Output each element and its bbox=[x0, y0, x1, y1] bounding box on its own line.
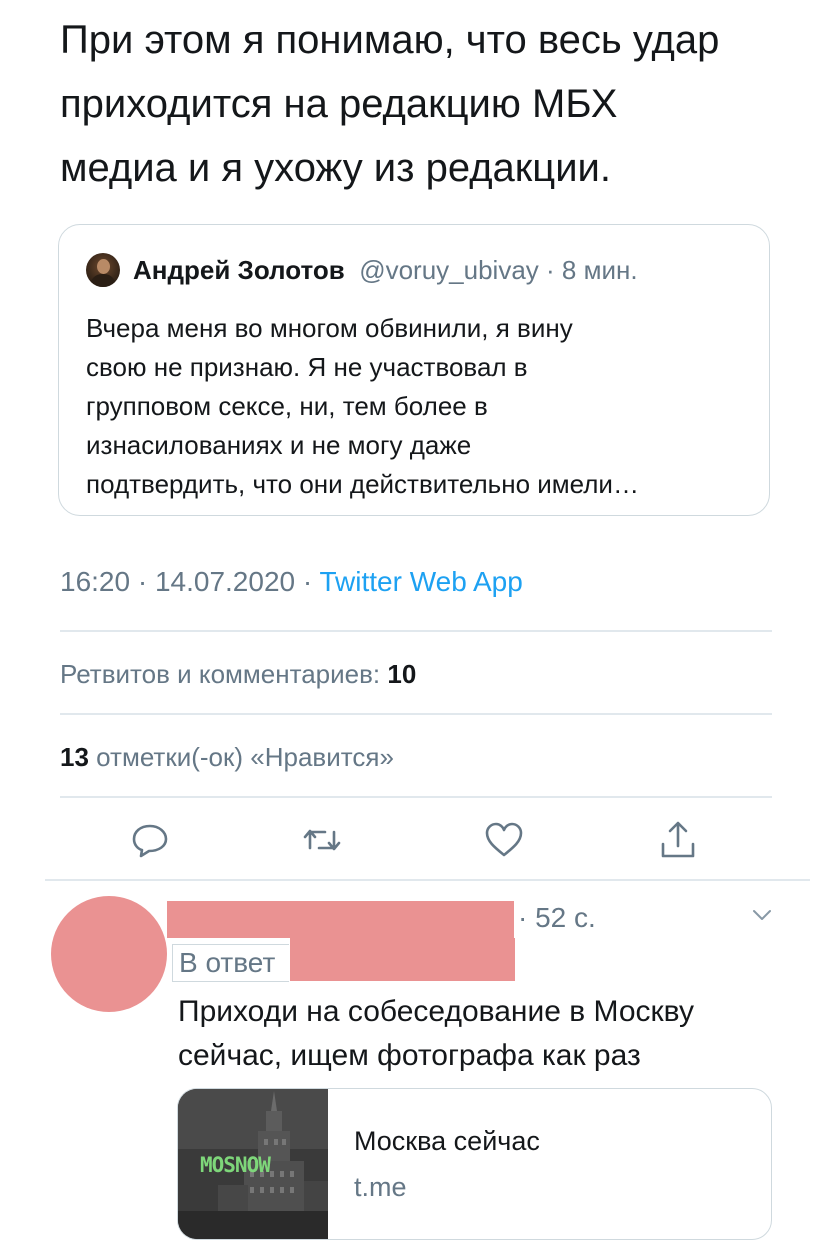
tweet-text-line: При этом я понимаю, что весь удар bbox=[60, 18, 720, 62]
reply-text: Приходи на собеседование в Москву сейчас… bbox=[178, 990, 778, 1078]
quoted-body-line: Вчера меня во многом обвинили, я вину bbox=[86, 313, 573, 343]
reply-author-avatar-redacted[interactable] bbox=[51, 896, 167, 1012]
tweet-source-link[interactable]: Twitter Web App bbox=[319, 566, 522, 597]
link-card-domain: t.me bbox=[354, 1172, 407, 1202]
quoted-author-meta: @voruy_ubivay · 8 мин. bbox=[359, 255, 638, 285]
retweets-label: Ретвитов и комментариев: bbox=[60, 659, 388, 689]
tweet-text-line: приходится на редакцию МБХ bbox=[60, 82, 618, 126]
retweet-icon bbox=[303, 829, 341, 851]
divider bbox=[60, 796, 772, 798]
divider bbox=[45, 879, 810, 881]
share-icon bbox=[661, 821, 695, 858]
reply-text-line: сейчас, ищем фотографа как раз bbox=[178, 1039, 641, 1072]
like-button[interactable] bbox=[482, 818, 526, 862]
share-button[interactable] bbox=[656, 818, 700, 862]
reply-text-line: Приходи на собеседование в Москву bbox=[178, 995, 694, 1028]
quoted-author-name[interactable]: Андрей Золотов bbox=[133, 255, 345, 285]
reply-timestamp[interactable]: · 52 с. bbox=[518, 900, 596, 936]
reply-to-label: В ответ bbox=[172, 944, 289, 982]
likes-label: отметки(-ок) «Нравится» bbox=[88, 742, 394, 772]
quoted-body-line: свою не признаю. Я не участвовал в bbox=[86, 352, 528, 382]
reply-button[interactable] bbox=[128, 818, 172, 862]
tweet-time-date[interactable]: 16:20 · 14.07.2020 · bbox=[60, 566, 319, 597]
tweet-text: При этом я понимаю, что весь удар приход… bbox=[60, 8, 780, 200]
retweets-count: 10 bbox=[387, 659, 417, 689]
redacted-reply-handle bbox=[290, 938, 515, 981]
quoted-body-line: групповом сексе, ни, тем более в bbox=[86, 391, 488, 421]
tweet-text-line: медиа и я ухожу из редакции. bbox=[60, 146, 612, 190]
link-card-image: MOSNOW bbox=[178, 1089, 328, 1239]
retweets-stat[interactable]: Ретвитов и комментариев: 10 bbox=[60, 656, 416, 692]
divider bbox=[60, 630, 772, 632]
tweet-timestamp: 16:20 · 14.07.2020 · Twitter Web App bbox=[60, 562, 523, 602]
likes-count: 13 bbox=[60, 742, 89, 772]
like-icon bbox=[485, 822, 523, 857]
quoted-author-avatar[interactable] bbox=[86, 253, 120, 287]
mosnow-logo: MOSNOW bbox=[200, 1153, 271, 1177]
quoted-body-line: изнасилованиях и не могу даже bbox=[86, 430, 472, 460]
quoted-tweet-body: Вчера меня во многом обвинили, я вину св… bbox=[86, 309, 756, 504]
quoted-tweet-header: Андрей Золотов @voruy_ubivay · 8 мин. bbox=[133, 253, 638, 287]
reply-icon bbox=[132, 824, 168, 858]
redacted-author-name bbox=[167, 901, 514, 938]
link-card-title: Москва сейчас bbox=[354, 1126, 540, 1156]
quoted-body-line: подтвердить, что они действительно имели… bbox=[86, 469, 639, 499]
quoted-tweet[interactable]: Андрей Золотов @voruy_ubivay · 8 мин. Вч… bbox=[58, 224, 770, 516]
divider bbox=[60, 713, 772, 715]
link-card[interactable]: MOSNOW Москва сейчас t.me bbox=[177, 1088, 772, 1240]
likes-stat[interactable]: 13 отметки(-ок) «Нравится» bbox=[60, 739, 394, 775]
chevron-down-icon[interactable] bbox=[748, 903, 776, 927]
retweet-button[interactable] bbox=[300, 818, 344, 862]
